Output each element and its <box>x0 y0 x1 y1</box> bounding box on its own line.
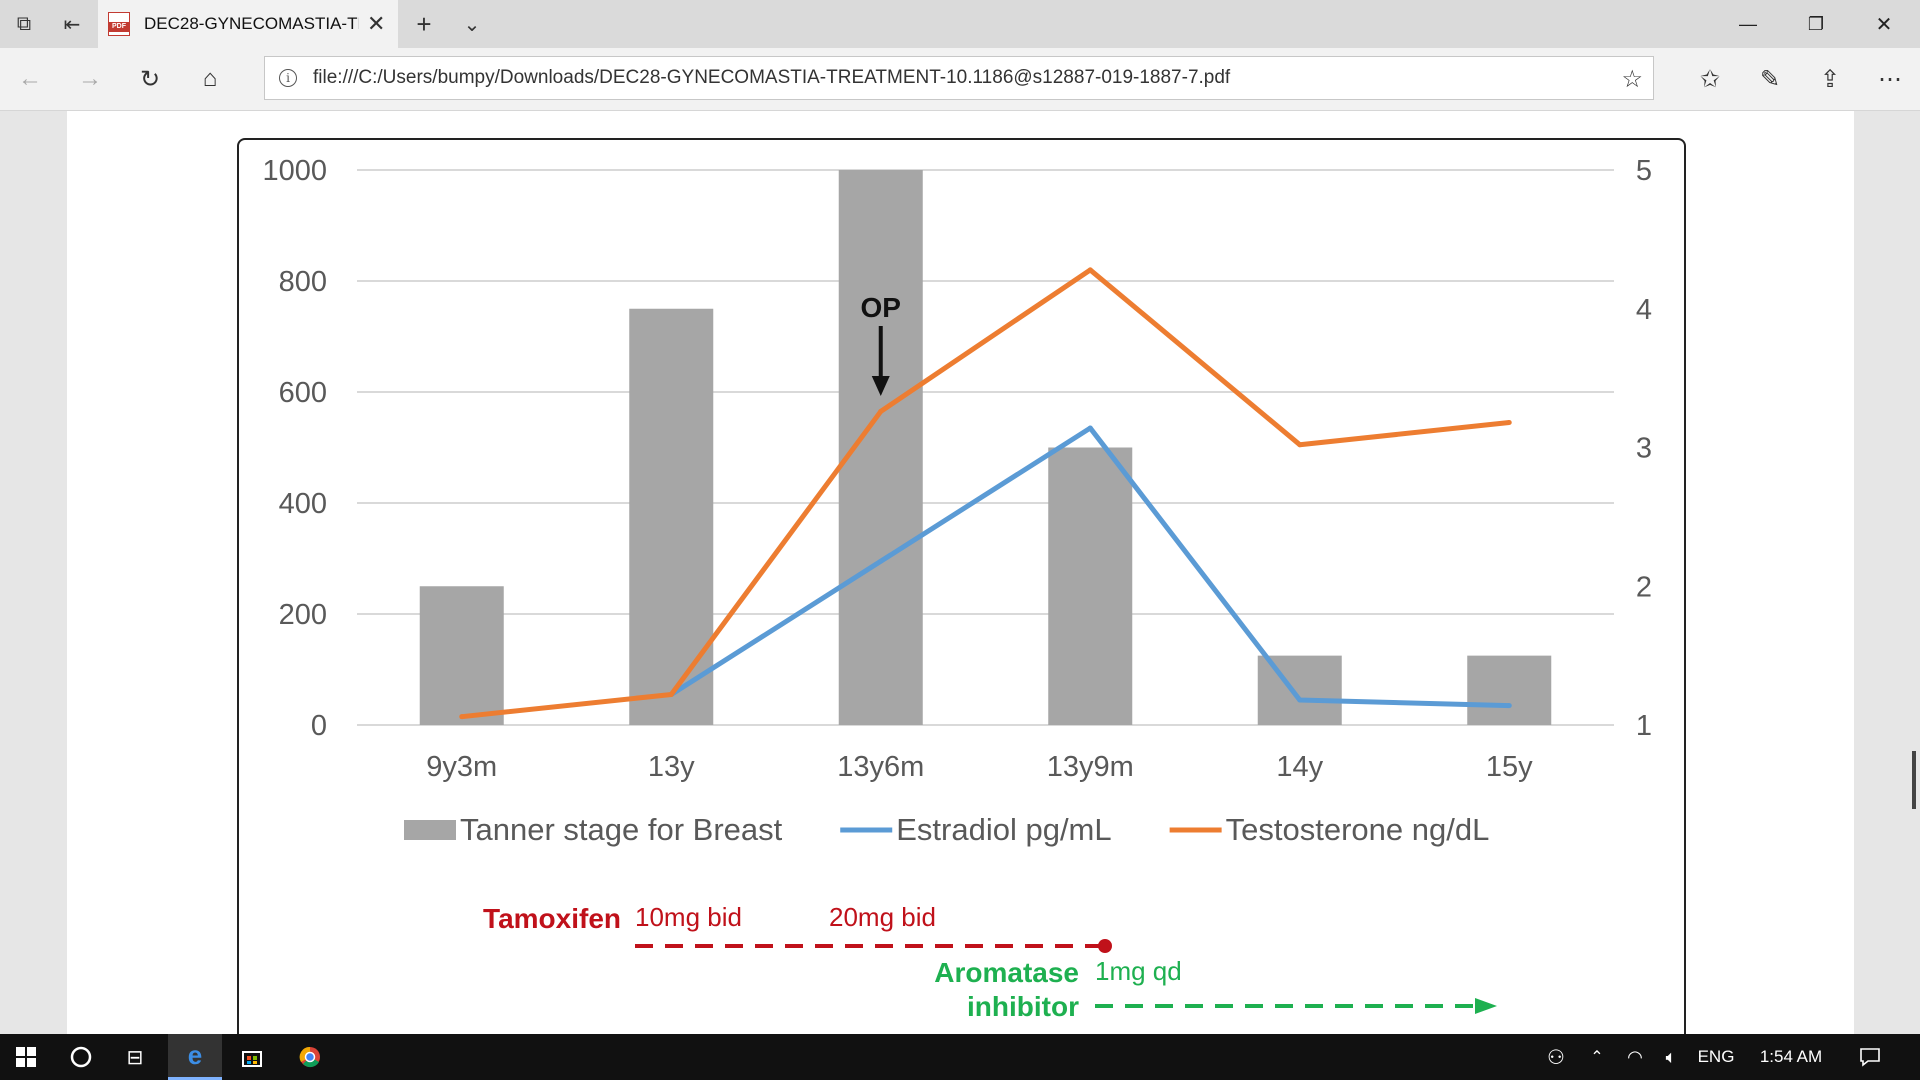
back-arrow-icon[interactable]: ← <box>6 56 54 102</box>
y-left-tick-label: 400 <box>279 488 327 520</box>
forward-arrow-icon[interactable]: → <box>66 56 114 102</box>
bar-tanner-stage <box>1467 655 1552 725</box>
legend-label: Tanner stage for Breast <box>460 812 783 847</box>
y-right-tick-label: 4 <box>1636 294 1652 326</box>
show-hidden-icons-chevron-icon[interactable]: ⌃ <box>1582 1034 1612 1080</box>
cortana-circle-icon[interactable] <box>56 1034 106 1080</box>
bar-tanner-stage <box>419 586 504 725</box>
wifi-icon[interactable]: ◠ <box>1618 1034 1652 1080</box>
tamoxifen-dose-1: 10mg bid <box>635 902 742 932</box>
task-view-icon[interactable]: ⊟ <box>110 1034 160 1080</box>
action-center-icon[interactable] <box>1846 1034 1894 1080</box>
x-tick-label: 15y <box>1486 751 1533 783</box>
point-testosterone <box>878 408 884 414</box>
favorites-list-icon[interactable]: ✩ <box>1686 56 1734 102</box>
language-indicator[interactable]: ENG <box>1692 1034 1740 1080</box>
aromatase-label-line1: Aromatase <box>934 957 1079 988</box>
restore-icon[interactable]: ❐ <box>1782 0 1850 48</box>
tab-active[interactable]: DEC28-GYNECOMASTIA-TREATMENT ✕ <box>98 0 398 48</box>
site-info-icon[interactable]: i <box>279 69 297 87</box>
y-right-tick-label: 2 <box>1636 571 1652 603</box>
y-right-tick-label: 3 <box>1636 433 1652 465</box>
bar-tanner-stage <box>1257 655 1342 725</box>
x-tick-label: 13y <box>648 751 695 783</box>
legend-swatch-bar <box>404 820 456 840</box>
clock[interactable]: 1:54 AM <box>1744 1034 1838 1080</box>
tamoxifen-label: Tamoxifen <box>483 903 621 934</box>
y-left-tick-label: 0 <box>311 710 327 742</box>
aromatase-dose: 1mg qd <box>1095 956 1182 986</box>
home-icon[interactable]: ⌂ <box>186 56 234 102</box>
navigation-bar: ← → ↻ ⌂ i file:///C:/Users/bumpy/Downloa… <box>0 48 1920 111</box>
y-left-tick-label: 800 <box>279 266 327 298</box>
y-left-tick-label: 200 <box>279 599 327 631</box>
scrollbar-thumb[interactable] <box>1912 751 1916 809</box>
point-testosterone <box>1506 420 1512 426</box>
point-testosterone <box>668 691 674 697</box>
pen-notes-icon[interactable]: ✎ <box>1746 56 1794 102</box>
y-right-tick-label: 5 <box>1636 155 1652 187</box>
tab-close-icon[interactable]: ✕ <box>367 11 385 37</box>
tab-list-chevron-icon[interactable]: ⌄ <box>448 0 496 48</box>
point-estradiol <box>1506 703 1512 709</box>
address-bar[interactable]: i file:///C:/Users/bumpy/Downloads/DEC28… <box>264 56 1654 100</box>
url-text: file:///C:/Users/bumpy/Downloads/DEC28-G… <box>313 67 1231 88</box>
tamoxifen-dose-2: 20mg bid <box>829 902 936 932</box>
op-label: OP <box>861 292 901 323</box>
set-tabs-aside-icon[interactable]: ⇤ <box>48 0 96 48</box>
point-estradiol <box>1297 697 1303 703</box>
people-icon[interactable]: ⚇ <box>1536 1034 1576 1080</box>
title-bar: ⧉ ⇤ DEC28-GYNECOMASTIA-TREATMENT ✕ + ⌄ —… <box>0 0 1920 48</box>
point-testosterone <box>459 714 465 720</box>
volume-icon[interactable]: 🔈︎ <box>1654 1034 1688 1080</box>
taskbar: ⊟ e ⚇ ⌃ ◠ 🔈︎ ENG 1:54 AM <box>0 1034 1920 1080</box>
pdf-file-icon <box>108 12 130 36</box>
edge-browser-icon[interactable]: e <box>168 1034 222 1080</box>
x-tick-label: 13y9m <box>1047 751 1134 783</box>
chrome-icon[interactable] <box>284 1034 336 1080</box>
y-left-tick-label: 1000 <box>262 155 327 187</box>
y-left-tick-label: 600 <box>279 377 327 409</box>
y-right-tick-label: 1 <box>1636 710 1652 742</box>
tamoxifen-end-dot <box>1098 939 1112 953</box>
x-tick-label: 9y3m <box>426 751 497 783</box>
point-testosterone <box>1297 442 1303 448</box>
x-tick-label: 13y6m <box>837 751 924 783</box>
share-icon[interactable]: ⇪ <box>1806 56 1854 102</box>
tab-manager-icon[interactable]: ⧉ <box>0 0 48 48</box>
bar-tanner-stage <box>1048 447 1133 725</box>
pdf-viewer[interactable]: 0 200 400 600 800 1000 1 2 3 4 5 9y3m 13y 13y6m 13y9m 1… <box>0 111 1920 1034</box>
favorite-star-icon[interactable]: ☆ <box>1621 65 1643 94</box>
legend-label: Estradiol pg/mL <box>896 812 1111 847</box>
bar-tanner-stage <box>629 308 714 725</box>
x-tick-label: 14y <box>1276 751 1323 783</box>
more-options-icon[interactable]: ⋯ <box>1866 56 1914 102</box>
close-window-icon[interactable]: ✕ <box>1850 0 1918 48</box>
windows-start-icon[interactable] <box>0 1034 52 1080</box>
aromatase-label-line2: inhibitor <box>967 991 1079 1022</box>
tab-title: DEC28-GYNECOMASTIA-TREATMENT <box>144 14 359 33</box>
legend-label: Testosterone ng/dL <box>1226 812 1490 847</box>
refresh-icon[interactable]: ↻ <box>126 56 174 102</box>
minimize-icon[interactable]: — <box>1714 0 1782 48</box>
store-bag-icon[interactable] <box>226 1034 278 1080</box>
point-estradiol <box>1087 425 1093 431</box>
new-tab-icon[interactable]: + <box>400 0 448 48</box>
chart: 0 200 400 600 800 1000 1 2 3 4 5 9y3m 13y 13y6m 13y9m 1… <box>262 155 1652 1022</box>
point-testosterone <box>1087 267 1093 273</box>
point-estradiol <box>878 558 884 564</box>
aromatase-arrow-head <box>1475 998 1497 1014</box>
figure-frame: 0 200 400 600 800 1000 1 2 3 4 5 9y3m 13y 13y6m 13y9m 1… <box>237 138 1686 1034</box>
pdf-page: 0 200 400 600 800 1000 1 2 3 4 5 9y3m 13y 13y6m 13y9m 1… <box>67 111 1854 1034</box>
